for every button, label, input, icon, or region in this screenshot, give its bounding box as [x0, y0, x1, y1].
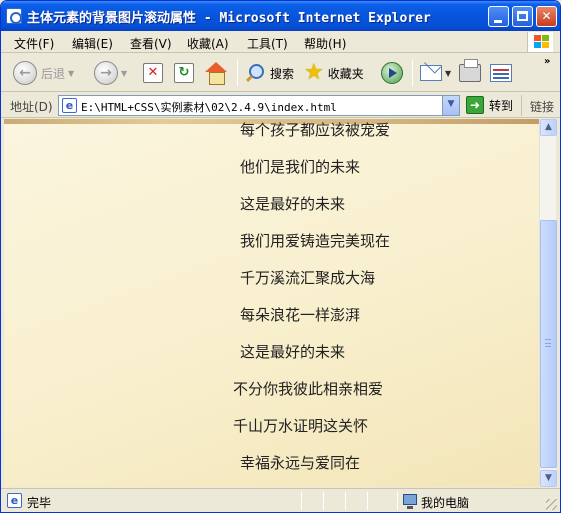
standard-toolbar: ← 后退 ▼ → ▼ ✕ ↻ 搜索 ★ 收藏夹 ▼ » [1, 54, 560, 92]
back-arrow-icon: ← [13, 61, 37, 85]
links-button[interactable]: 链接 [521, 95, 560, 116]
chevron-down-icon: ▼ [545, 473, 552, 483]
media-icon [381, 62, 403, 84]
favorites-button[interactable]: ★ 收藏夹 [304, 58, 364, 88]
search-button[interactable]: 搜索 [245, 58, 294, 88]
poem-line: 这是最好的未来 [240, 195, 346, 213]
menu-view[interactable]: 查看(V) [130, 35, 172, 52]
chevron-up-icon: ▲ [545, 122, 552, 132]
address-input[interactable]: e E:\HTML+CSS\实例素材\02\2.4.9\index.html ▼ [58, 95, 460, 116]
menu-favorites[interactable]: 收藏(A) [187, 35, 229, 52]
mail-icon [420, 65, 442, 81]
windows-logo-icon [527, 32, 553, 52]
window-title: 主体元素的背景图片滚动属性 - Microsoft Internet Explo… [27, 11, 431, 26]
minimize-icon [494, 20, 502, 23]
refresh-button[interactable]: ↻ [174, 58, 194, 88]
stop-button[interactable]: ✕ [143, 58, 163, 88]
menu-edit[interactable]: 编辑(E) [72, 35, 113, 52]
back-label: 后退 [41, 66, 66, 81]
edit-button[interactable] [490, 58, 512, 88]
address-label: 地址(D) [10, 100, 53, 114]
poem-line: 千万溪流汇聚成大海 [240, 269, 376, 287]
status-bar: e 完毕 我的电脑 [1, 488, 560, 512]
ie-icon [6, 8, 22, 24]
page-done-icon: e [7, 493, 22, 508]
security-zone-label: 我的电脑 [421, 496, 470, 510]
forward-dropdown-icon[interactable]: ▼ [121, 69, 127, 78]
favorites-label: 收藏夹 [327, 66, 364, 81]
home-icon [204, 62, 228, 85]
forward-arrow-icon: → [94, 61, 118, 85]
back-dropdown-icon[interactable]: ▼ [68, 69, 74, 78]
menu-file[interactable]: 文件(F) [14, 35, 54, 52]
toolbar-more-chevron-icon[interactable]: » [544, 56, 550, 67]
forward-button[interactable]: → ▼ [94, 58, 127, 88]
stop-icon: ✕ [143, 63, 163, 83]
poem-line: 我们用爱铸造完美现在 [240, 232, 391, 250]
printer-icon [459, 59, 481, 82]
poem-line: 他们是我们的未来 [240, 158, 361, 176]
home-button[interactable] [204, 58, 228, 88]
maximize-icon [517, 11, 528, 21]
title-bar[interactable]: 主体元素的背景图片滚动属性 - Microsoft Internet Explo… [1, 1, 560, 31]
status-text: 完毕 [27, 496, 52, 510]
status-divider [323, 492, 324, 510]
refresh-icon: ↻ [174, 63, 194, 83]
search-label: 搜索 [270, 66, 295, 81]
poem-line: 不分你我彼此相亲相爱 [233, 380, 384, 398]
scroll-up-button[interactable]: ▲ [540, 119, 557, 136]
poem-line: 每个孩子都应该被宠爱 [240, 121, 391, 139]
vertical-scrollbar[interactable]: ▲ ▼ [539, 119, 557, 487]
page-icon: e [62, 98, 77, 113]
status-divider [397, 492, 398, 510]
close-icon: ✕ [541, 9, 552, 23]
menu-bar: 文件(F) 编辑(E) 查看(V) 收藏(A) 工具(T) 帮助(H) [1, 31, 560, 53]
close-button[interactable]: ✕ [536, 6, 557, 27]
toolbar-separator [412, 60, 413, 86]
poem-line: 幸福永远与爱同在 [240, 454, 361, 472]
maximize-button[interactable] [512, 6, 533, 27]
search-icon [245, 63, 265, 83]
menu-help[interactable]: 帮助(H) [304, 35, 346, 52]
poem-line: 千山万水证明这关怀 [233, 417, 369, 435]
mail-dropdown-icon[interactable]: ▼ [445, 69, 451, 78]
my-computer-icon [403, 494, 417, 509]
page-content[interactable]: 每个孩子都应该被宠爱 他们是我们的未来 这是最好的未来 我们用爱铸造完美现在 千… [4, 119, 539, 487]
go-arrow-icon: ➜ [466, 96, 484, 114]
address-bar: 地址(D) e E:\HTML+CSS\实例素材\02\2.4.9\index.… [1, 93, 560, 118]
mail-button[interactable]: ▼ [420, 58, 451, 88]
back-button[interactable]: ← 后退 ▼ [13, 58, 74, 88]
print-button[interactable] [459, 58, 481, 88]
menu-tools[interactable]: 工具(T) [247, 35, 288, 52]
toolbar-separator [237, 60, 238, 86]
poem-line: 每朵浪花一样澎湃 [240, 306, 361, 324]
media-button[interactable] [381, 58, 403, 88]
browser-window: 主体元素的背景图片滚动属性 - Microsoft Internet Explo… [0, 0, 561, 513]
go-button[interactable]: ➜ 转到 [466, 96, 513, 114]
resize-grip-icon[interactable] [546, 499, 557, 510]
scroll-down-button[interactable]: ▼ [540, 470, 557, 487]
poem-line: 这是最好的未来 [240, 343, 346, 361]
minimize-button[interactable] [488, 6, 509, 27]
go-label: 转到 [489, 98, 514, 113]
scrollbar-grip-icon [545, 339, 551, 347]
edit-page-icon [490, 64, 512, 82]
address-value[interactable]: E:\HTML+CSS\实例素材\02\2.4.9\index.html [81, 99, 337, 115]
star-icon: ★ [304, 60, 324, 85]
status-divider [367, 492, 368, 510]
status-divider [345, 492, 346, 510]
address-dropdown-icon[interactable]: ▼ [442, 96, 459, 115]
status-divider [301, 492, 302, 510]
